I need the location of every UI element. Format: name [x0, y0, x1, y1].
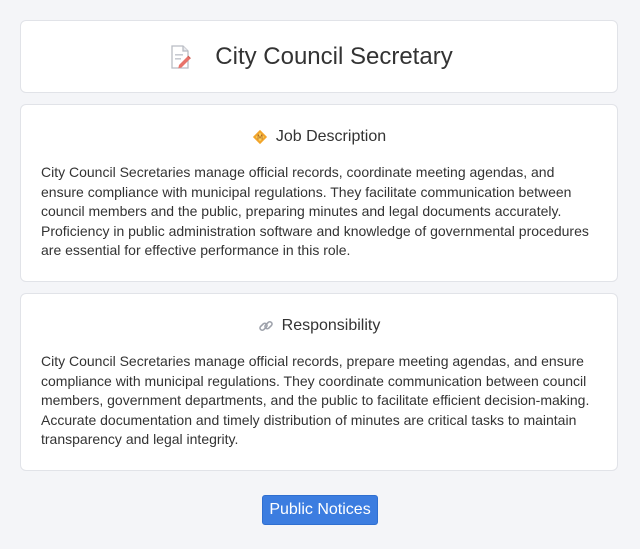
- badge-icon: M: [252, 129, 268, 145]
- title-card: City Council Secretary: [20, 20, 618, 93]
- job-description-card: M Job Description City Council Secretari…: [20, 104, 618, 282]
- responsibility-header: Responsibility: [41, 316, 597, 336]
- job-description-title: Job Description: [275, 128, 387, 145]
- page-title: City Council Secretary: [215, 42, 453, 70]
- public-notices-button[interactable]: Public Notices: [262, 495, 378, 525]
- job-description-text: City Council Secretaries manage official…: [41, 164, 589, 258]
- title-row: City Council Secretary: [169, 42, 453, 71]
- svg-text:M: M: [257, 134, 263, 142]
- document-edit-icon: [169, 44, 193, 70]
- responsibility-text: City Council Secretaries manage official…: [41, 353, 590, 447]
- responsibility-title: Responsibility: [281, 317, 381, 334]
- job-description-header: M Job Description: [41, 127, 597, 147]
- link-icon: [258, 318, 274, 334]
- responsibility-card: Responsibility City Council Secretaries …: [20, 293, 618, 471]
